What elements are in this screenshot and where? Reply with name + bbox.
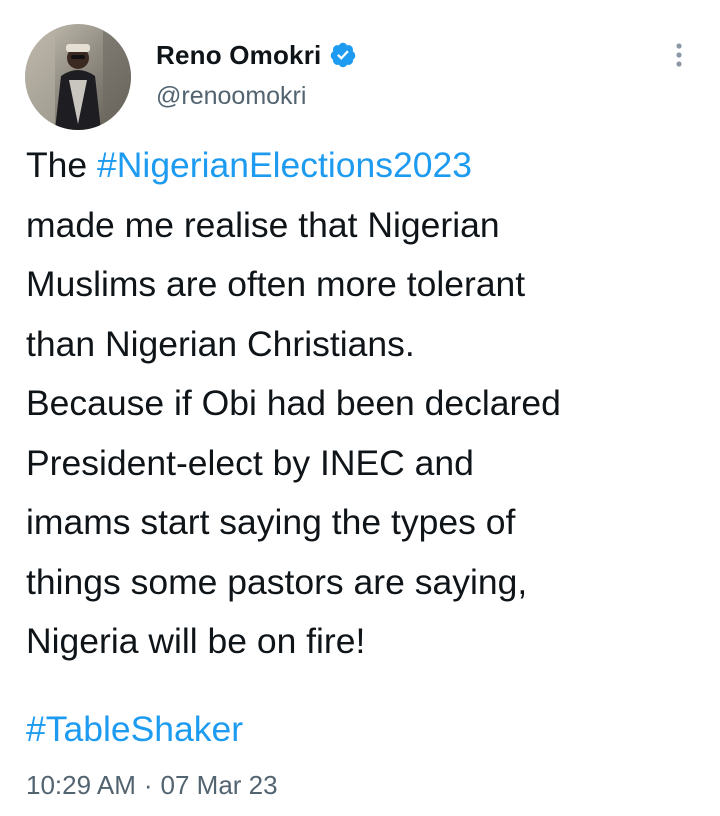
tweet-date[interactable]: 07 Mar 23 <box>161 770 278 800</box>
avatar-photo <box>25 24 131 130</box>
tweet-card: Reno Omokri @renoomokri The #NigerianEle… <box>0 0 720 816</box>
tweet-text-prefix: The <box>26 145 98 185</box>
tweet-line: Nigeria will be on fire! <box>26 621 366 661</box>
hashtag-link[interactable]: #NigerianElections2023 <box>97 145 472 185</box>
tweet-line: things some pastors are saying, <box>26 561 528 602</box>
more-options-icon[interactable] <box>668 40 690 76</box>
tweet-text: The #NigerianElections2023 made me reali… <box>26 136 706 672</box>
tweet-line: The #NigerianElections2023 <box>26 136 706 196</box>
tweet-line: President-elect by INEC and <box>26 442 474 483</box>
tweet-line: imams start saying the types of <box>26 502 516 542</box>
meta-separator: · <box>143 770 153 800</box>
verified-badge-icon <box>329 41 357 69</box>
author-handle[interactable]: @renoomokri <box>156 82 306 111</box>
author-name-row[interactable]: Reno Omokri <box>156 38 357 72</box>
tweet-line: than Nigerian Christians. <box>26 323 415 364</box>
tweet-line: Muslims are often more tolerant <box>26 264 526 304</box>
avatar[interactable] <box>25 24 131 130</box>
tweet-metadata: 10:29 AM · 07 Mar 23 <box>26 770 278 801</box>
footer-hashtag-row: #TableShaker <box>26 704 243 754</box>
tweet-time[interactable]: 10:29 AM <box>26 770 136 800</box>
author-display-name[interactable]: Reno Omokri <box>156 40 321 71</box>
tweet-line: Because if Obi had been declared <box>26 383 561 423</box>
tweet-line: made me realise that Nigerian <box>26 204 500 245</box>
hashtag-link[interactable]: #TableShaker <box>26 709 243 749</box>
